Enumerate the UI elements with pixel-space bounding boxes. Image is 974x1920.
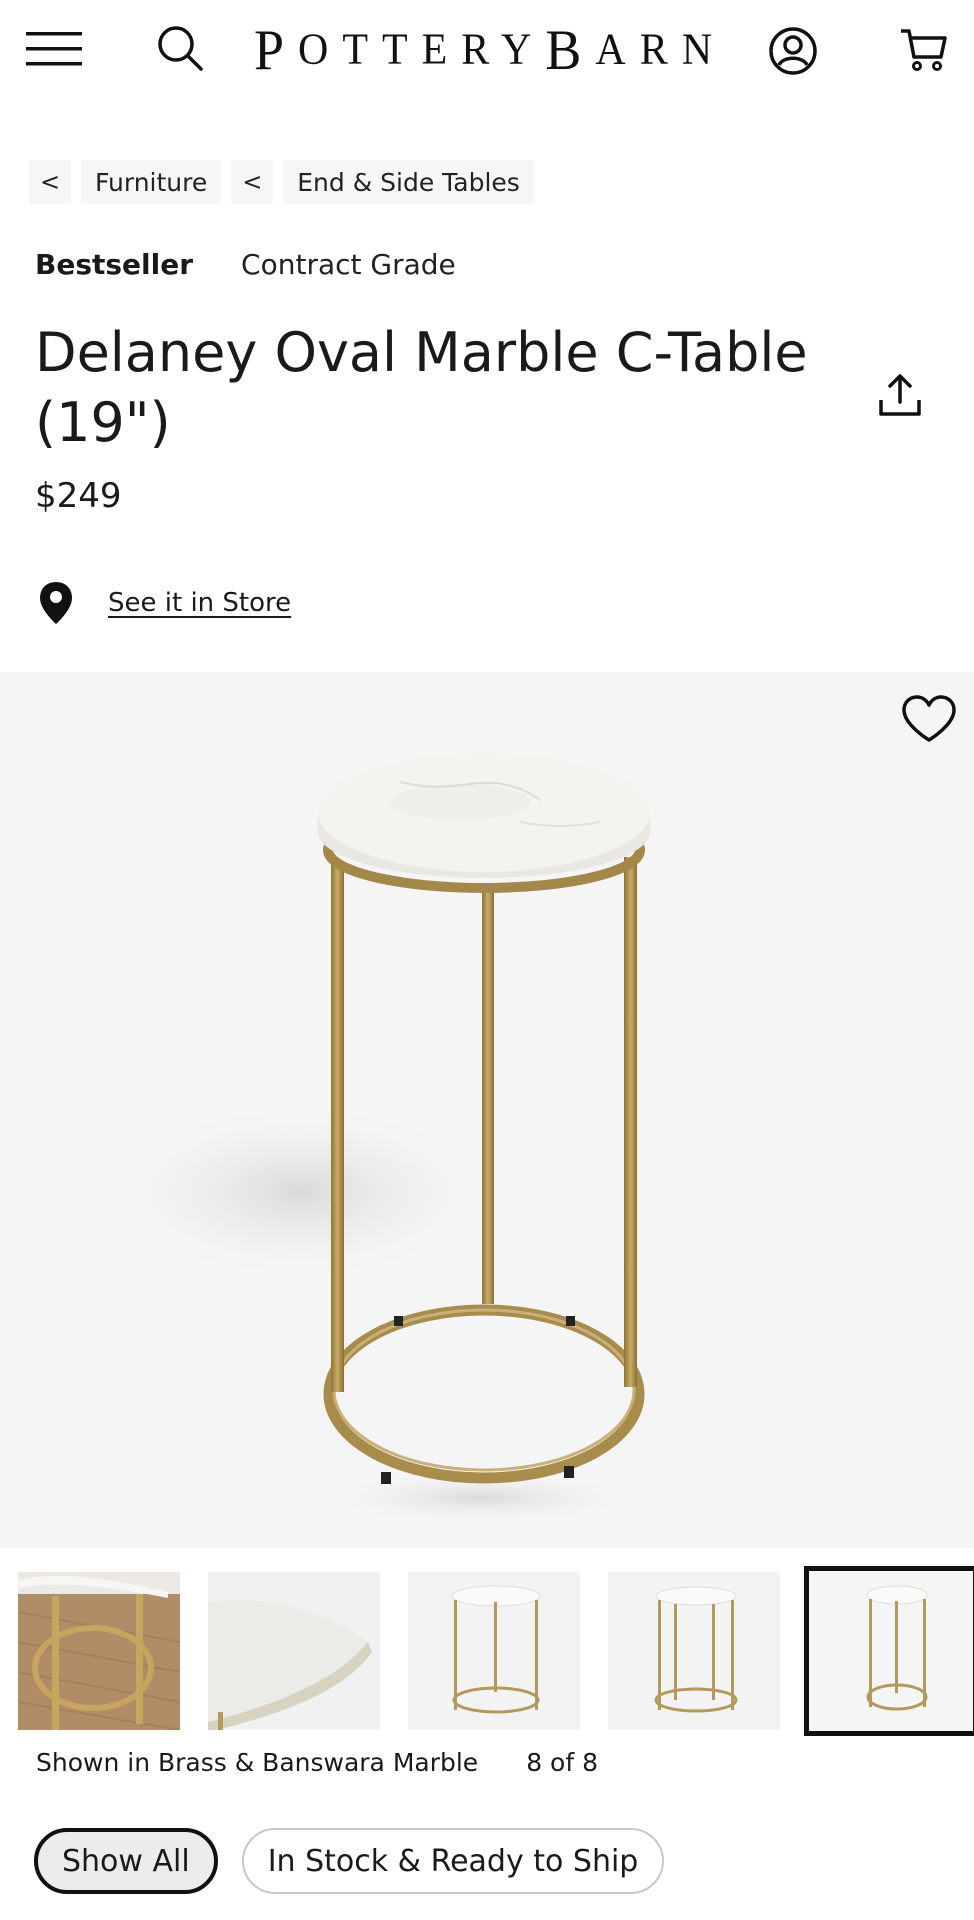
see-in-store-link[interactable]: See it in Store — [108, 588, 291, 618]
see-in-store-row[interactable]: See it in Store — [38, 576, 291, 630]
logo-letter: P — [253, 18, 298, 82]
breadcrumb-item-end-side-tables[interactable]: End & Side Tables — [283, 160, 534, 204]
thumbnail-image — [208, 1572, 380, 1730]
product-photo — [100, 752, 650, 1524]
thumbnail-strip — [0, 1566, 974, 1736]
thumbnail-image — [408, 1572, 580, 1730]
in-stock-filter[interactable]: In Stock & Ready to Ship — [241, 1828, 665, 1894]
thumbnail-item-selected[interactable] — [804, 1566, 974, 1736]
breadcrumb-back-button[interactable]: < — [29, 160, 71, 204]
location-pin-icon — [40, 582, 72, 624]
product-title: Delaney Oval Marble C-Table (19") — [35, 321, 808, 454]
thumbnail-image — [608, 1572, 780, 1730]
logo-text: ARN — [595, 25, 727, 75]
thumbnail-item[interactable] — [608, 1572, 780, 1730]
breadcrumb-item-furniture[interactable]: Furniture — [81, 160, 222, 204]
logo-letter: B — [545, 18, 596, 82]
availability-filters: Show All In Stock & Ready to Ship — [34, 1828, 665, 1894]
search-button[interactable] — [150, 18, 210, 78]
thumbnail-item[interactable] — [18, 1572, 180, 1730]
thumbnail-image — [18, 1572, 180, 1730]
bestseller-badge: Bestseller — [35, 248, 194, 281]
site-header: P OTTERY B ARN — [0, 0, 974, 100]
finish-caption: Shown in Brass & Banswara Marble — [36, 1748, 479, 1777]
thumbnail-item[interactable] — [408, 1572, 580, 1730]
wishlist-button[interactable] — [896, 690, 962, 748]
breadcrumb-back-button[interactable]: < — [231, 160, 274, 204]
contract-grade-badge: Contract Grade — [241, 248, 456, 281]
gallery-counter: 8 of 8 — [526, 1748, 598, 1777]
share-button[interactable] — [870, 368, 930, 424]
thumbnail-image — [809, 1571, 973, 1731]
share-icon — [879, 374, 921, 416]
cart-button[interactable] — [892, 18, 956, 82]
menu-icon — [26, 32, 82, 66]
logo-text: OTTERY — [298, 25, 546, 75]
thumbnail-item[interactable] — [208, 1572, 380, 1730]
cart-icon — [901, 29, 947, 71]
product-badges: Bestseller Contract Grade — [35, 248, 456, 281]
gallery-caption: Shown in Brass & Banswara Marble 8 of 8 — [36, 1748, 598, 1777]
menu-button[interactable] — [22, 22, 86, 76]
account-button[interactable] — [762, 20, 824, 82]
heart-icon — [902, 695, 956, 742]
product-hero-image[interactable] — [0, 672, 974, 1548]
show-all-filter[interactable]: Show All — [34, 1828, 218, 1894]
account-icon — [769, 27, 817, 75]
brand-logo[interactable]: P OTTERY B ARN — [254, 18, 712, 82]
breadcrumb: < Furniture < End & Side Tables — [29, 160, 534, 204]
product-price: $249 — [35, 476, 122, 516]
search-icon — [158, 26, 203, 71]
